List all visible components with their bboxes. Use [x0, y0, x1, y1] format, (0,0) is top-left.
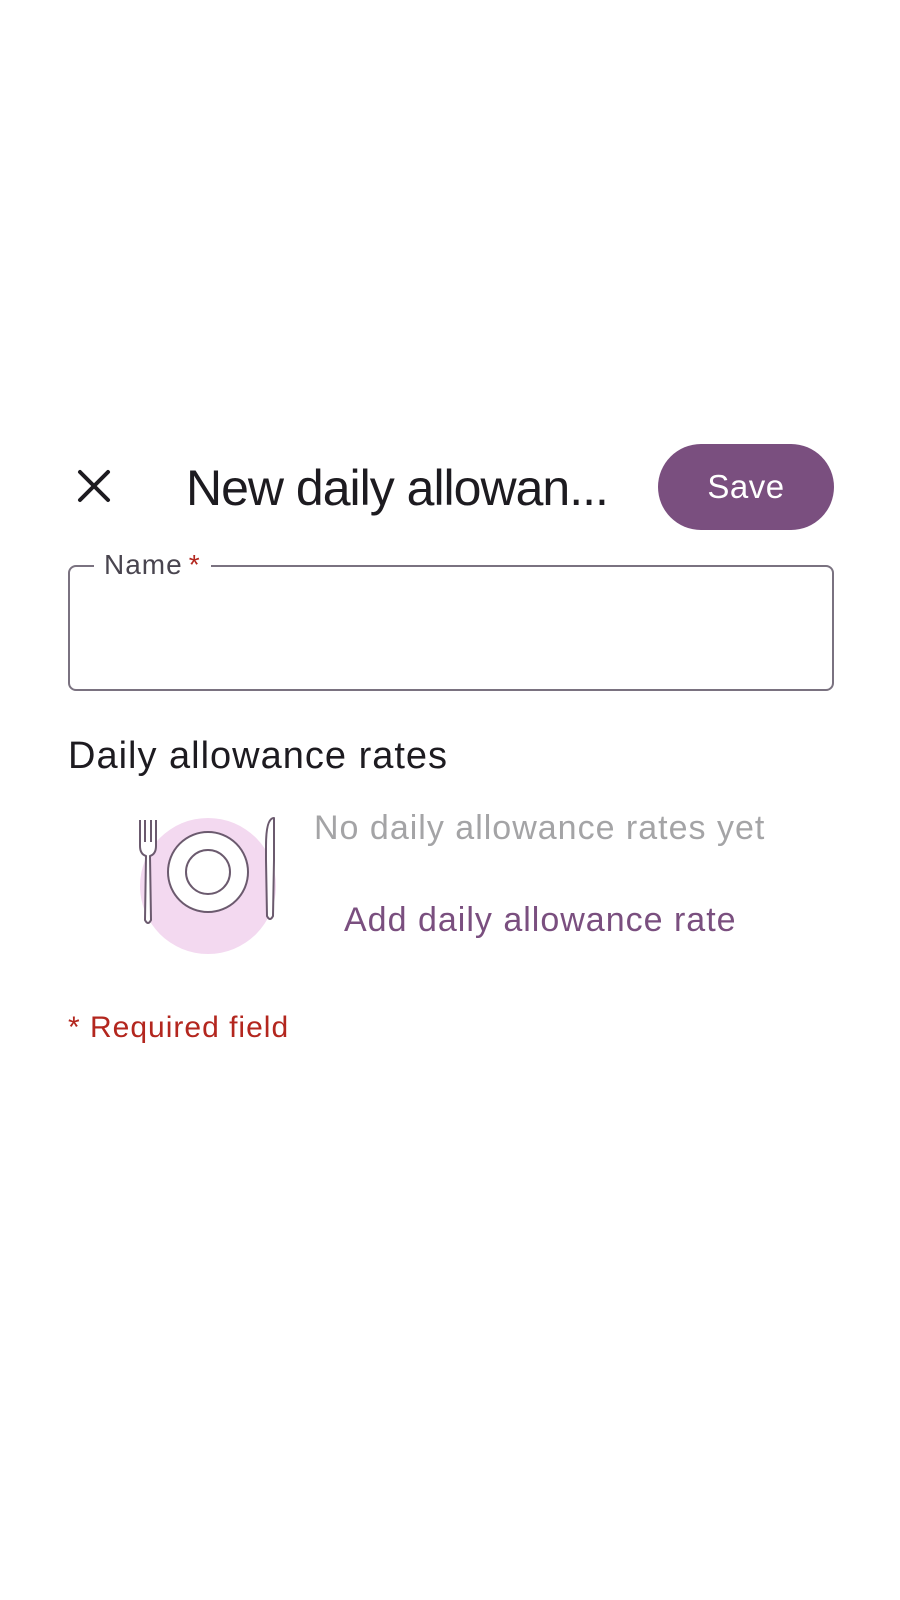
name-label-text: Name: [104, 549, 183, 580]
add-daily-allowance-rate-button[interactable]: Add daily allowance rate: [344, 898, 737, 942]
name-field-label: Name *: [94, 547, 211, 583]
empty-state-text: No daily allowance rates yet: [314, 809, 766, 847]
rates-section-title: Daily allowance rates: [68, 735, 449, 777]
name-input[interactable]: [90, 597, 814, 659]
required-marker: *: [188, 549, 201, 580]
save-button[interactable]: Save: [658, 444, 834, 530]
close-icon: [78, 470, 110, 502]
required-field-note: * Required field: [68, 1011, 290, 1044]
close-button[interactable]: [64, 456, 124, 516]
plate-cutlery-icon: [136, 816, 286, 958]
name-field[interactable]: Name *: [68, 547, 834, 691]
top-app-bar: New daily allowan... Save: [0, 444, 900, 530]
page-title: New daily allowan...: [186, 460, 609, 516]
new-daily-allowance-screen: New daily allowan... Save Name * Daily al…: [0, 0, 900, 1600]
